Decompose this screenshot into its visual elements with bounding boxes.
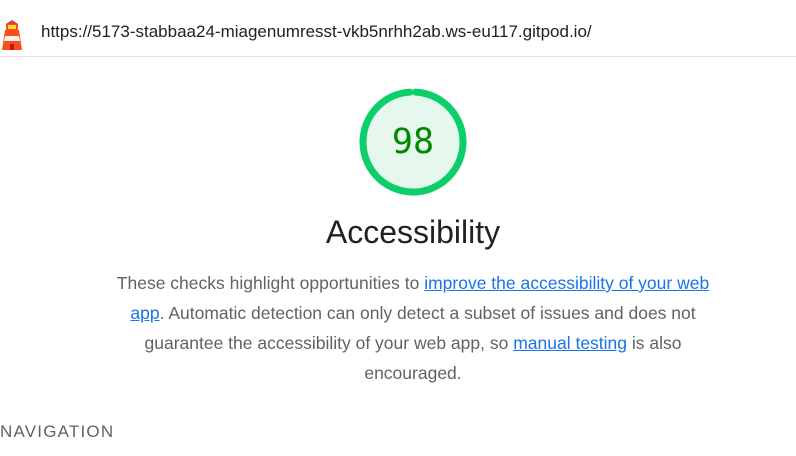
- score-gauge: 98: [357, 86, 469, 198]
- lighthouse-report: https://5173-stabbaa24-miagenumresst-vkb…: [0, 0, 796, 456]
- lighthouse-icon: [2, 20, 22, 50]
- category-description: These checks highlight opportunities to …: [110, 268, 716, 388]
- manual-testing-link[interactable]: manual testing: [513, 333, 627, 353]
- report-url-bar: https://5173-stabbaa24-miagenumresst-vkb…: [0, 8, 796, 57]
- category-title: Accessibility: [325, 214, 501, 250]
- accessibility-score: 98: [391, 122, 435, 162]
- description-text-1: These checks highlight opportunities to: [116, 273, 425, 293]
- navigation-section-heading: Navigation: [0, 422, 115, 441]
- report-url[interactable]: https://5173-stabbaa24-miagenumresst-vkb…: [41, 22, 592, 42]
